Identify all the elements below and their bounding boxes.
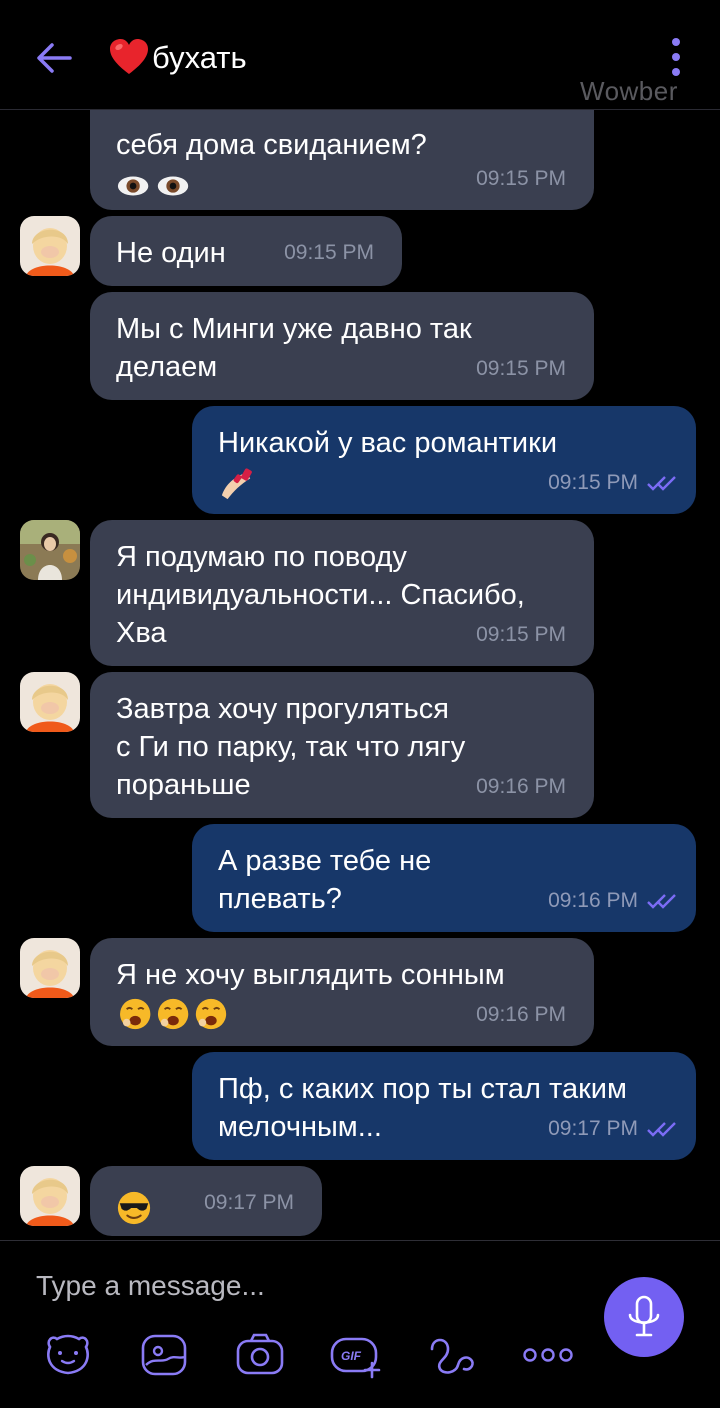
camera-icon	[236, 1333, 284, 1375]
more-button[interactable]	[520, 1327, 576, 1383]
message-bubble-outgoing[interactable]: Никакой у вас романтики 09:15 PM	[192, 406, 696, 514]
read-checkmarks-icon	[647, 1122, 676, 1137]
message-time: 09:15 PM	[284, 241, 374, 264]
message-time: 09:17 PM	[548, 1110, 678, 1148]
message-time-text: 09:15 PM	[548, 471, 638, 494]
message-time-text: 09:17 PM	[548, 1117, 638, 1140]
gif-label: GIF	[341, 1349, 362, 1363]
message-bubble-incoming[interactable]: Не один 09:15 PM	[90, 216, 402, 286]
message-bubble-incoming[interactable]: Я подумаю по поводу индивидуальности... …	[90, 520, 594, 666]
voice-message-button[interactable]	[604, 1277, 684, 1357]
gif-button[interactable]: GIF	[328, 1327, 384, 1383]
more-options-icon[interactable]	[664, 36, 688, 78]
avatar[interactable]	[20, 520, 80, 580]
read-checkmarks-icon	[647, 894, 676, 909]
sticker-icon	[47, 1334, 89, 1375]
message-time: 09:15 PM	[548, 464, 678, 502]
message-time: 09:16 PM	[476, 1003, 566, 1026]
read-checkmarks-icon	[647, 476, 676, 491]
chat-title[interactable]: бухать	[108, 34, 247, 82]
message-bubble-outgoing[interactable]: А разве тебе не плевать? 09:16 PM	[192, 824, 696, 932]
gallery-button[interactable]	[136, 1327, 192, 1383]
more-icon	[523, 1348, 573, 1362]
message-time: 09:15 PM	[476, 623, 566, 646]
message-bubble-outgoing[interactable]: Пф, с каких пор ты стал таким мелочным..…	[192, 1052, 696, 1160]
camera-button[interactable]	[232, 1327, 288, 1383]
avatar[interactable]	[20, 1166, 80, 1226]
doodle-icon	[430, 1338, 474, 1374]
avatar[interactable]	[20, 216, 80, 276]
message-text: Никакой у вас романтики	[218, 427, 558, 459]
message-time: 09:15 PM	[476, 357, 566, 380]
message-bubble-incoming[interactable]: 09:17 PM	[90, 1166, 322, 1236]
avatar[interactable]	[20, 672, 80, 732]
sticker-button[interactable]	[40, 1327, 96, 1383]
heart-icon	[110, 39, 148, 74]
chat-header: бухать Wowber	[0, 0, 720, 110]
message-text: Я не хочу выглядить сонным	[116, 959, 505, 991]
back-arrow-icon[interactable]	[34, 38, 74, 78]
doodle-button[interactable]	[424, 1327, 480, 1383]
chat-screen: бухать Wowber себя дома свиданием? 09:15…	[0, 0, 720, 1408]
message-input[interactable]	[34, 1263, 574, 1309]
message-composer: GIF	[0, 1240, 720, 1408]
image-icon	[141, 1334, 187, 1376]
gif-icon: GIF	[330, 1337, 381, 1379]
message-time: 09:16 PM	[476, 775, 566, 798]
message-time: 09:17 PM	[204, 1191, 294, 1214]
message-time: 09:15 PM	[476, 167, 566, 190]
watermark: Wowber	[580, 76, 678, 106]
message-bubble-incoming[interactable]: Я не хочу выглядить сонным 09:16 PM	[90, 938, 594, 1046]
message-time: 09:16 PM	[548, 882, 678, 920]
message-bubble-incoming[interactable]: Мы с Минги уже давно так делаем 09:15 PM	[90, 292, 594, 400]
message-text: себя дома свиданием?	[116, 129, 427, 161]
message-time-text: 09:16 PM	[548, 889, 638, 912]
microphone-icon	[628, 1295, 660, 1337]
avatar[interactable]	[20, 938, 80, 998]
message-bubble-incoming[interactable]: Завтра хочу прогуляться с Ги по парку, т…	[90, 672, 594, 818]
chat-title-text: бухать	[152, 40, 247, 75]
